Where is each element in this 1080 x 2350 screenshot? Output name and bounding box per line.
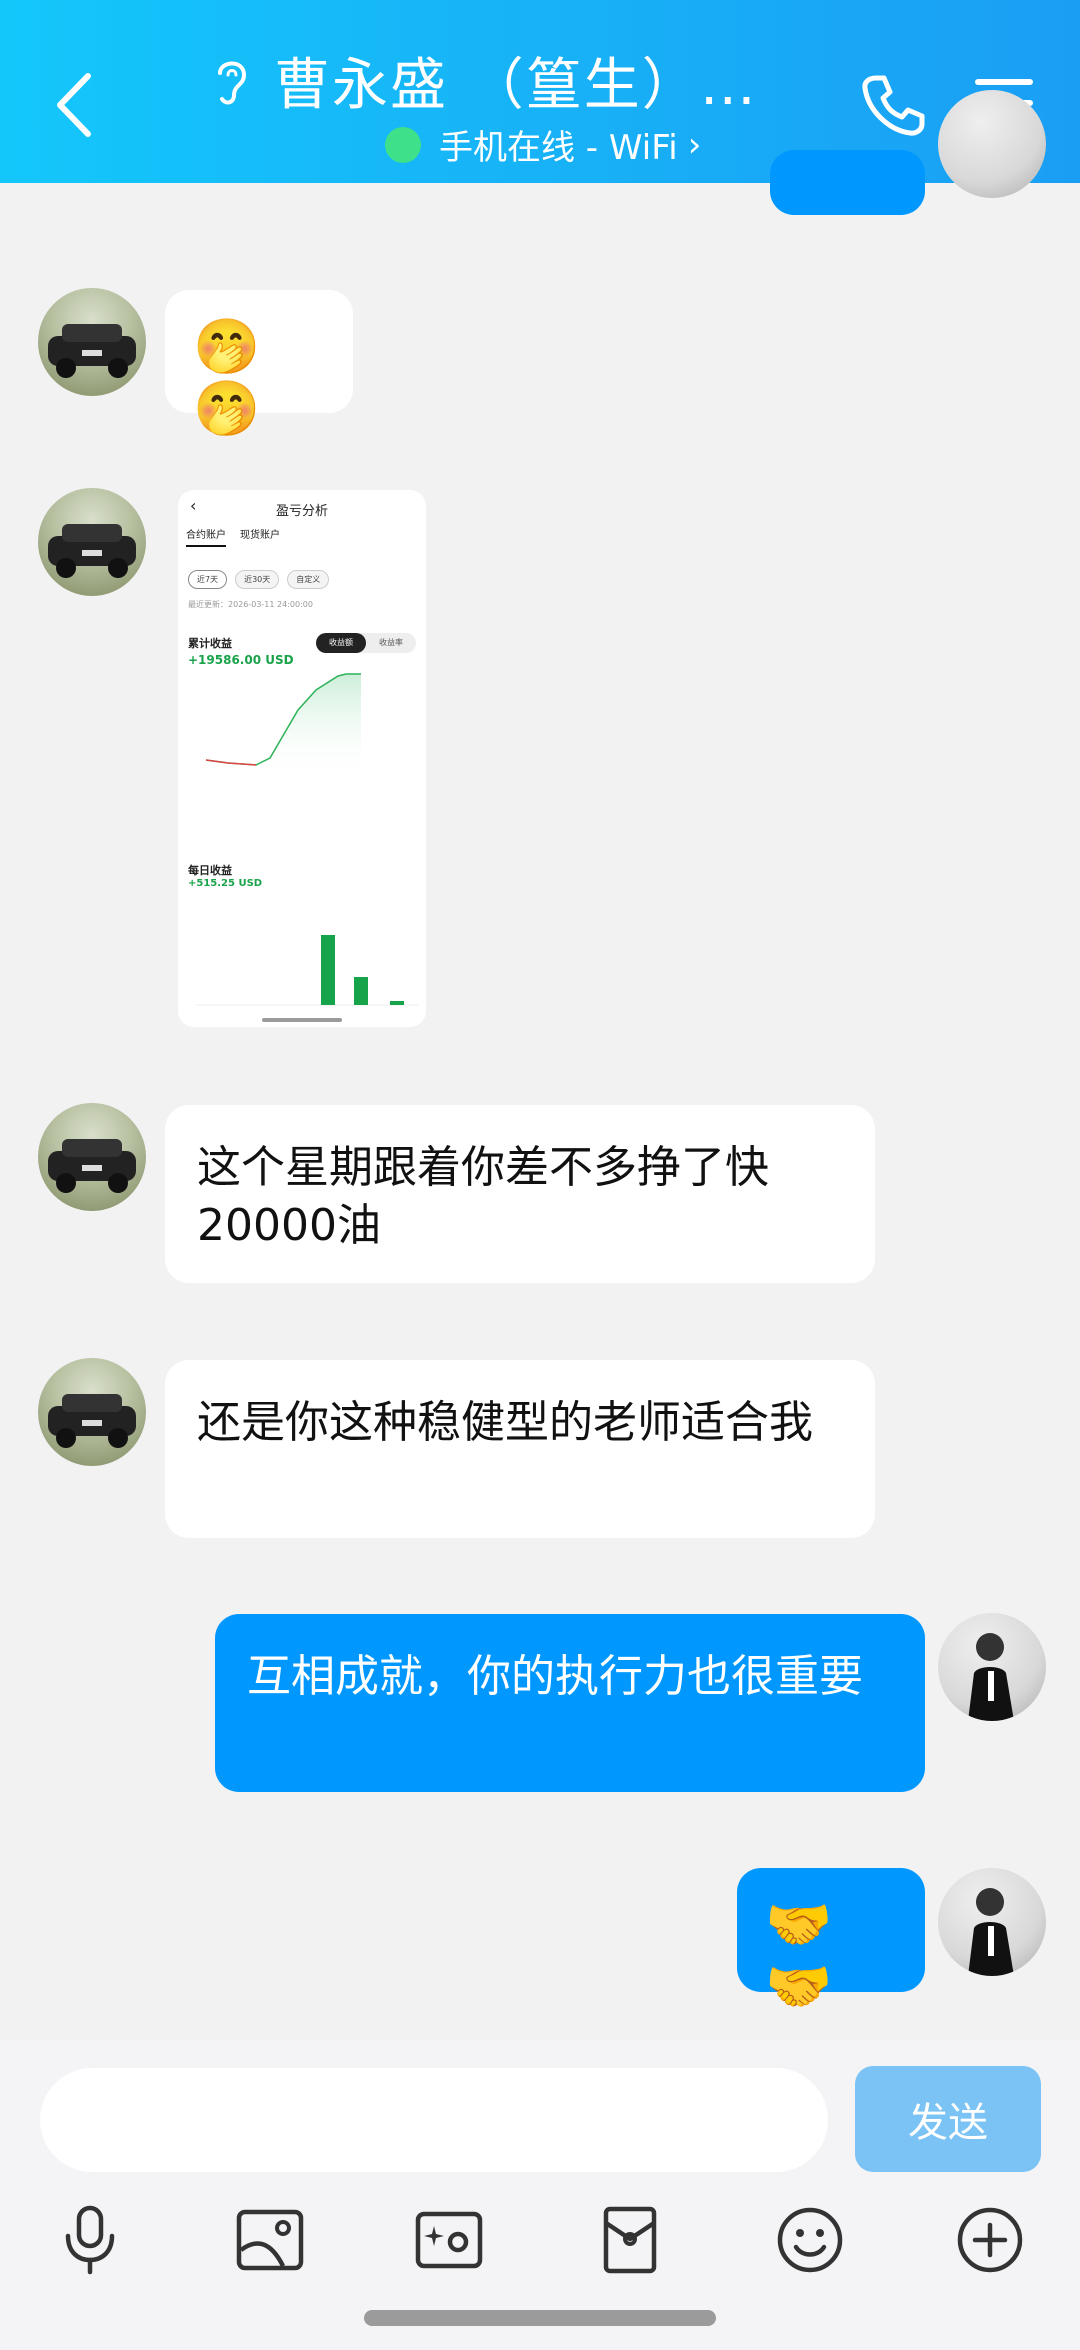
back-button[interactable] — [44, 60, 104, 150]
online-status: 手机在线 - WiFi › — [385, 120, 701, 169]
emoji-text: 🤝🤝 — [765, 1893, 833, 2018]
camera-button[interactable] — [409, 2200, 489, 2280]
home-indicator[interactable] — [364, 2310, 716, 2326]
my-avatar[interactable] — [938, 90, 1046, 198]
message-bubble[interactable]: 互相成就，你的执行力也很重要 — [215, 1614, 925, 1792]
emoji-icon — [777, 2207, 843, 2273]
person-photo-icon — [968, 1888, 1014, 1976]
chat-title-area[interactable]: 曹永盛 （篁生）… — [210, 40, 770, 121]
message-bubble[interactable]: 🤭🤭 — [165, 290, 353, 438]
more-button[interactable] — [950, 2200, 1030, 2280]
screenshot-pill: 近7天 — [188, 570, 228, 589]
car-photo-icon — [48, 1139, 136, 1193]
chevron-left-icon — [57, 73, 91, 137]
image-message[interactable]: ‹ 盈亏分析 合约账户 现货账户 近7天 近30天 自定义 最近更新：2026-… — [178, 490, 426, 1027]
screenshot-tab: 现货账户 — [240, 530, 280, 541]
voice-button[interactable] — [50, 2200, 130, 2280]
screenshot-pill: 近30天 — [235, 570, 280, 589]
my-avatar[interactable] — [938, 1613, 1046, 1721]
screenshot-cumulative-label: 累计收益 — [188, 637, 232, 650]
message-bubble-partial[interactable] — [770, 150, 925, 215]
chat-header: 曹永盛 （篁生）… 手机在线 - WiFi › — [0, 0, 1080, 183]
emoji-text: 🤭🤭 — [193, 315, 261, 440]
message-input[interactable] — [40, 2068, 828, 2172]
ear-icon — [218, 61, 247, 104]
camera-icon — [415, 2211, 483, 2269]
phone-icon — [862, 75, 925, 136]
screenshot-toggle-option: 收益额 — [316, 633, 366, 653]
car-photo-icon — [48, 324, 136, 378]
message-text: 这个星期跟着你差不多挣了快20000油 — [197, 1142, 769, 1251]
plus-icon — [957, 2207, 1023, 2273]
contact-avatar[interactable] — [38, 288, 146, 396]
screenshot-cumulative-value: +19586.00 USD — [188, 653, 294, 667]
emoji-button[interactable] — [770, 2200, 850, 2280]
album-button[interactable] — [230, 2200, 310, 2280]
screenshot-toggle-option: 收益率 — [379, 638, 403, 647]
red-packet-icon — [603, 2206, 657, 2274]
screenshot-tabs: 合约账户 现货账户 — [186, 526, 280, 547]
image-icon — [236, 2209, 304, 2271]
car-photo-icon — [48, 524, 136, 578]
call-button[interactable] — [858, 70, 928, 140]
screenshot-daily-value: +515.25 USD — [188, 878, 263, 889]
online-dot-icon — [385, 126, 421, 163]
screenshot-range-pills: 近7天 近30天 自定义 — [188, 570, 330, 589]
message-bubble[interactable]: 这个星期跟着你差不多挣了快20000油 — [165, 1105, 875, 1283]
status-text: 手机在线 - WiFi — [439, 128, 678, 168]
screenshot-title: 盈亏分析 — [275, 504, 328, 519]
screenshot-pill: 自定义 — [287, 570, 330, 589]
person-photo-icon — [968, 1633, 1014, 1721]
screenshot-tab: 合约账户 — [186, 526, 226, 547]
chevron-right-icon: › — [687, 124, 702, 165]
car-photo-icon — [48, 1394, 136, 1448]
my-avatar[interactable] — [938, 1868, 1046, 1976]
red-packet-button[interactable] — [590, 2200, 670, 2280]
message-text: 互相成就，你的执行力也很重要 — [247, 1651, 863, 1702]
contact-avatar[interactable] — [38, 1103, 146, 1211]
screenshot-daily-label: 每日收益 — [188, 864, 232, 877]
chat-title: 曹永盛 （篁生）… — [274, 53, 758, 118]
screenshot-home-indicator — [262, 1018, 342, 1022]
mic-icon — [65, 2205, 115, 2275]
message-bubble[interactable]: 还是你这种稳健型的老师适合我 — [165, 1360, 875, 1538]
message-bubble[interactable]: 🤝🤝 — [737, 1868, 925, 2016]
contact-avatar[interactable] — [38, 1358, 146, 1466]
contact-avatar[interactable] — [38, 488, 146, 596]
send-button[interactable]: 发送 — [855, 2066, 1041, 2172]
screenshot-toggle: 收益额 收益率 — [316, 633, 416, 653]
input-bar: 发送 — [0, 2040, 1080, 2350]
message-text: 还是你这种稳健型的老师适合我 — [197, 1397, 813, 1448]
screenshot-update-note: 最近更新：2026-03-11 24:00:00 — [188, 600, 313, 609]
screenshot-bar-chart — [196, 935, 418, 1006]
screenshot-line-chart — [205, 673, 361, 780]
